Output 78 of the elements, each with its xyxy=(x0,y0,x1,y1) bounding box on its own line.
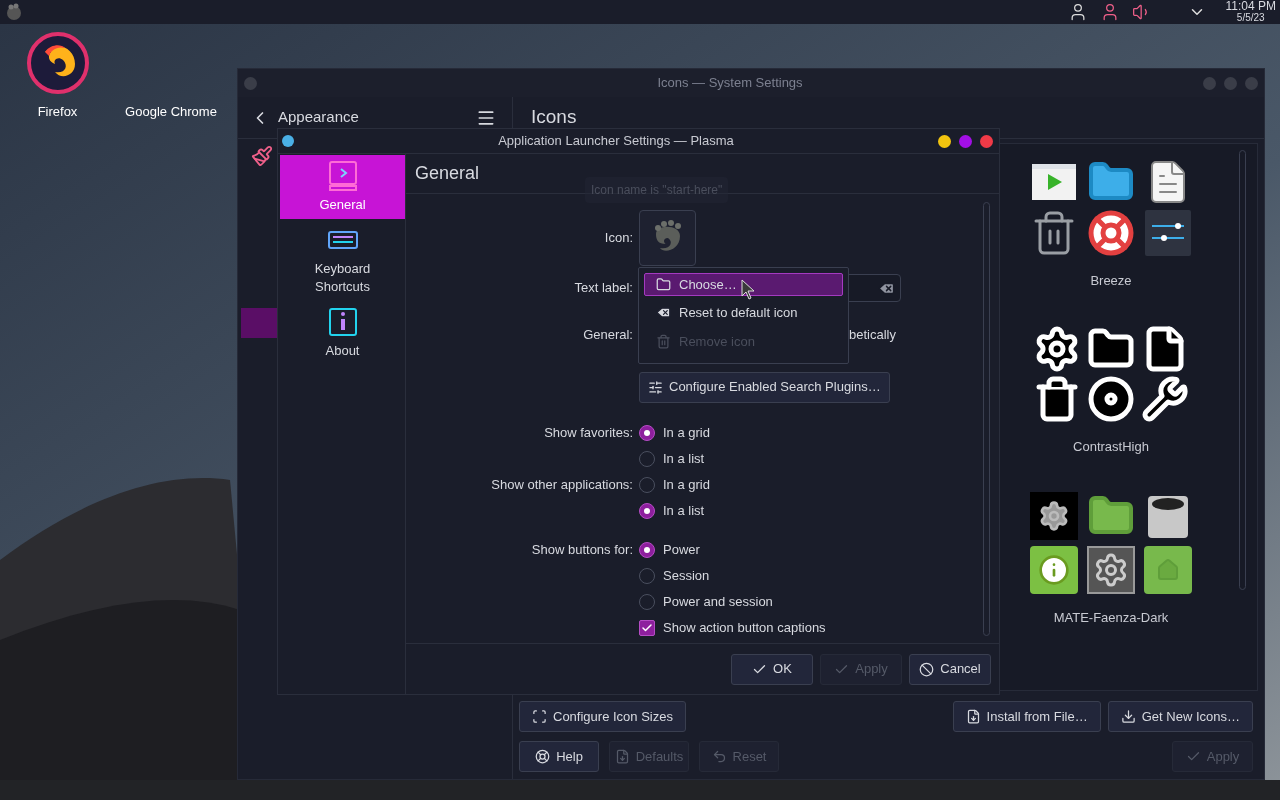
disc-icon xyxy=(1087,375,1135,423)
sliders-icon xyxy=(1144,209,1192,257)
radio-button[interactable] xyxy=(639,567,655,584)
window-title: Application Launcher Settings — Plasma xyxy=(497,132,735,151)
radio-button[interactable] xyxy=(639,424,655,441)
window-icon xyxy=(326,160,359,192)
corner-brackets-icon xyxy=(532,709,547,724)
button[interactable]: Configure Enabled Search Plugins… xyxy=(639,371,890,403)
section-heading: General xyxy=(415,162,480,185)
theme-tile[interactable]: Breeze xyxy=(1030,158,1192,325)
option-label: In a list xyxy=(663,501,705,520)
radio-button[interactable] xyxy=(639,476,655,493)
option-label: Power and session xyxy=(663,592,773,611)
minimize-button[interactable] xyxy=(938,134,951,148)
page-title: Icons xyxy=(531,105,577,130)
sidebar-item[interactable]: Keyboard Shortcuts xyxy=(280,219,405,301)
launcher-icon[interactable] xyxy=(4,2,24,22)
theme-name: ContrastHigh xyxy=(1073,438,1149,456)
radio-button[interactable] xyxy=(639,502,655,519)
menu-item[interactable]: Reset to default icon xyxy=(644,301,843,325)
window-menu-button[interactable] xyxy=(282,135,294,147)
field-label: Icon: xyxy=(603,229,633,248)
gears-icon xyxy=(1030,492,1078,540)
desktop-icon[interactable]: Google Chrome xyxy=(111,30,231,122)
sliders-icon xyxy=(648,379,663,395)
option-label: Power xyxy=(663,540,700,559)
theme-tile[interactable]: ContrastHigh xyxy=(1033,325,1189,492)
field-label: Show favorites: xyxy=(543,423,633,442)
theme-tile[interactable]: MATE-Faenza-Dark xyxy=(1030,492,1192,659)
button[interactable]: OK xyxy=(731,653,813,685)
button[interactable]: Help xyxy=(519,741,599,772)
option-label: In a grid xyxy=(663,423,710,442)
file-icon xyxy=(965,709,981,724)
option-label: Session xyxy=(663,566,710,585)
lifebuoy-icon xyxy=(535,749,551,764)
icon-button[interactable] xyxy=(639,210,696,266)
menu-item[interactable]: Choose… xyxy=(644,273,843,297)
info-icon xyxy=(1030,546,1078,594)
selection-highlight xyxy=(241,308,277,338)
window-title: Icons — System Settings xyxy=(656,74,804,93)
download-icon xyxy=(1120,709,1136,724)
theme-name: Breeze xyxy=(1090,272,1132,290)
close-button[interactable] xyxy=(980,134,993,148)
option-label: Show action button captions xyxy=(663,618,826,637)
file-icon xyxy=(614,749,630,764)
button[interactable]: Install from File… xyxy=(952,701,1101,732)
back-label[interactable]: Appearance xyxy=(278,106,359,129)
sidebar-item[interactable]: About xyxy=(280,301,405,365)
gear-icon xyxy=(1087,546,1135,594)
clock[interactable]: 11:04 PM 5/5/23 xyxy=(1225,1,1276,23)
radio-button[interactable] xyxy=(639,450,655,467)
radio-button[interactable] xyxy=(639,593,655,610)
option-label: In a grid xyxy=(663,475,710,494)
cursor-icon xyxy=(741,279,755,300)
option-label: In a list xyxy=(663,449,705,468)
folder-icon xyxy=(656,277,671,293)
checkbox[interactable] xyxy=(639,619,655,636)
undo-icon xyxy=(711,749,727,764)
option-label: betically xyxy=(849,326,896,344)
paintbrush-icon xyxy=(251,145,273,167)
field-label: General: xyxy=(582,326,633,344)
radio-button[interactable] xyxy=(639,541,655,558)
button[interactable]: Configure Icon Sizes xyxy=(519,701,686,732)
field-label: Text label: xyxy=(573,279,633,298)
wrench-icon xyxy=(1141,375,1189,423)
button[interactable]: Get New Icons… xyxy=(1107,701,1253,732)
info-icon xyxy=(326,306,359,338)
lifebuoy-icon xyxy=(1087,209,1135,257)
checkmark-icon xyxy=(641,621,653,634)
trash-icon xyxy=(656,333,671,349)
cancel-icon xyxy=(919,661,935,677)
theme-name: MATE-Faenza-Dark xyxy=(1053,609,1169,627)
home-folder-icon xyxy=(1144,546,1192,594)
button[interactable]: Cancel xyxy=(909,653,991,685)
sidebar-item[interactable]: General xyxy=(280,155,405,219)
field-label: Show other applications: xyxy=(490,475,633,494)
field-label: Show buttons for: xyxy=(530,540,633,559)
maximize-button[interactable] xyxy=(959,134,972,148)
